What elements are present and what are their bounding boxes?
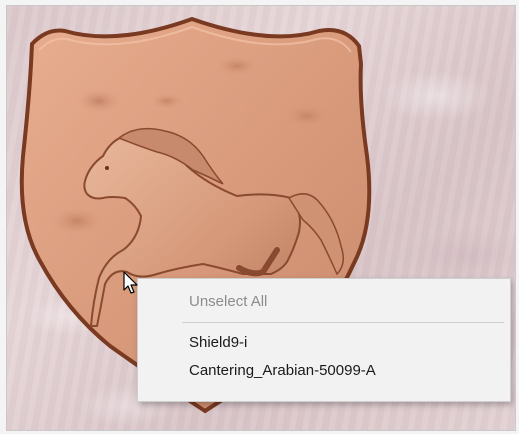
model-viewport[interactable]: Unselect All Shield9-i Cantering_Arabian… xyxy=(6,5,516,431)
menu-separator xyxy=(182,322,504,323)
menu-item-unselect-all[interactable]: Unselect All xyxy=(138,288,510,316)
arrow-pointer-icon xyxy=(123,271,138,294)
menu-item-cantering-arabian[interactable]: Cantering_Arabian-50099-A xyxy=(138,357,510,385)
menu-item-shield[interactable]: Shield9-i xyxy=(138,329,510,357)
context-menu[interactable]: Unselect All Shield9-i Cantering_Arabian… xyxy=(137,278,511,402)
